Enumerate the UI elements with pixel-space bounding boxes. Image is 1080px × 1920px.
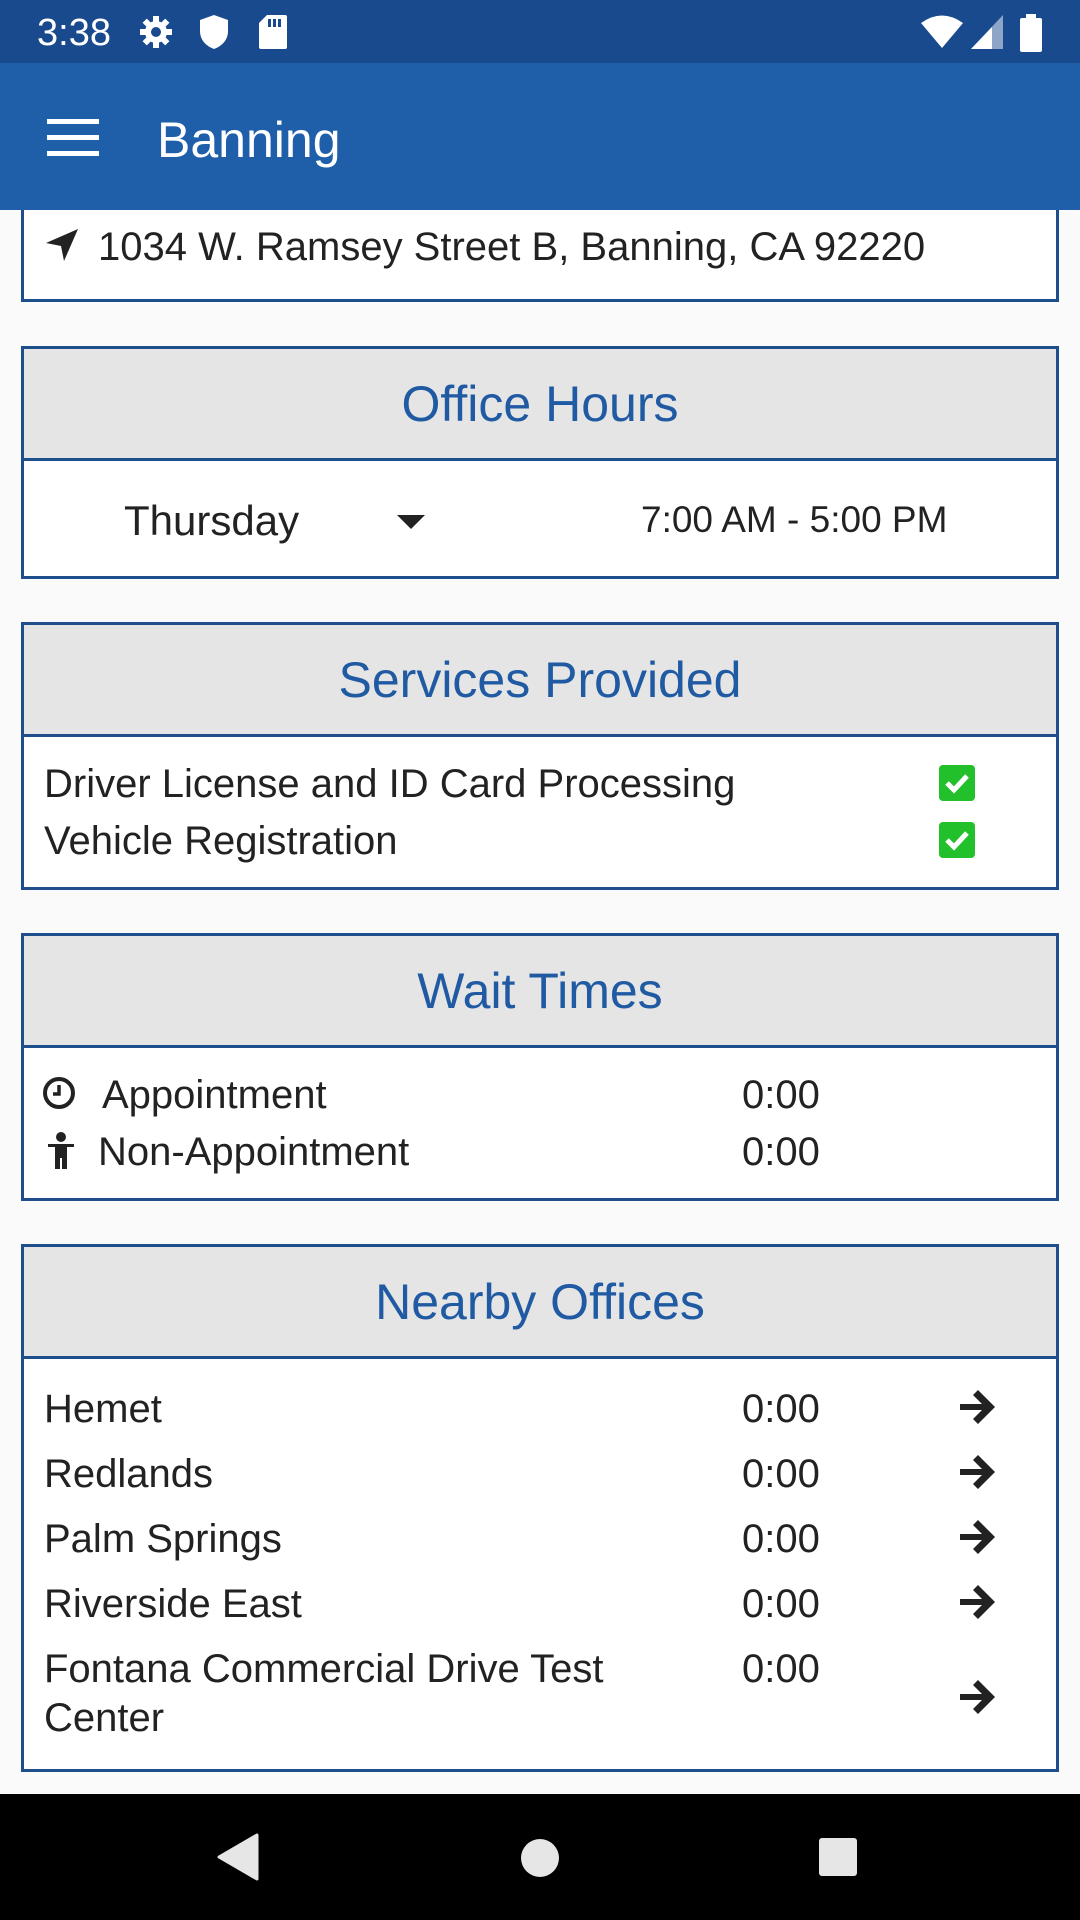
wifi-icon [921,15,963,48]
office-name: Palm Springs [44,1517,282,1561]
service-label: Vehicle Registration [44,819,398,863]
wait-value: 0:00 [742,1130,820,1174]
navigation-bar [0,1794,1080,1920]
wait-times-card: Wait Times Appointment 0:00 Non-Appointm… [21,933,1059,1201]
office-hours-value: 7:00 AM - 5:00 PM [641,499,948,540]
wait-times-heading: Wait Times [24,936,1056,1048]
recents-icon[interactable] [818,1837,858,1877]
sd-card-icon [259,15,287,49]
arrow-right-icon[interactable] [958,1677,998,1717]
services-heading: Services Provided [24,625,1056,737]
office-hours-heading: Office Hours [24,349,1056,461]
service-label: Driver License and ID Card Processing [44,762,736,806]
day-selector[interactable]: Thursday [104,461,474,576]
arrow-right-icon[interactable] [958,1582,998,1622]
arrow-right-icon[interactable] [958,1452,998,1492]
office-name-line2: Center [44,1696,165,1740]
office-address: 1034 W. Ramsey Street B, Banning, CA 922… [98,225,926,269]
office-hours-card: Office Hours Thursday 7:00 AM - 5:00 PM [21,346,1059,579]
arrow-right-icon[interactable] [958,1387,998,1427]
office-wait: 0:00 [742,1647,820,1691]
address-card: 1034 W. Ramsey Street B, Banning, CA 922… [21,210,1059,302]
services-card: Services Provided Driver License and ID … [21,622,1059,890]
nearby-offices-card: Nearby Offices Hemet 0:00 Redlands 0:00 … [21,1244,1059,1772]
status-time: 3:38 [37,12,111,54]
shield-icon [200,15,228,49]
office-wait: 0:00 [742,1517,820,1561]
office-wait: 0:00 [742,1387,820,1431]
office-name: Riverside East [44,1582,302,1626]
office-name-line1: Fontana Commercial Drive Test [44,1647,604,1691]
settings-gear-icon [140,16,172,48]
app-title: Banning [157,112,341,168]
wait-label: Appointment [102,1073,327,1117]
battery-icon [1020,14,1042,52]
cell-signal-icon [971,15,1003,49]
status-bar: 3:38 [0,0,1080,63]
office-wait: 0:00 [742,1452,820,1496]
hamburger-menu-icon[interactable] [47,117,99,157]
office-name: Hemet [44,1387,162,1431]
location-arrow-icon [46,229,78,261]
office-name: Redlands [44,1452,214,1496]
person-icon [48,1132,74,1169]
checkbox-checked-icon [939,765,975,801]
selected-day: Thursday [124,497,300,544]
office-details-scroll[interactable]: 1034 W. Ramsey Street B, Banning, CA 922… [0,210,1080,1794]
wait-label: Non-Appointment [98,1130,410,1174]
checkbox-checked-icon [939,822,975,858]
arrow-right-icon[interactable] [958,1517,998,1557]
clock-icon [43,1077,75,1109]
home-icon[interactable] [519,1837,561,1879]
nearby-offices-heading: Nearby Offices [24,1247,1056,1359]
office-wait: 0:00 [742,1582,820,1626]
back-icon[interactable] [216,1832,260,1882]
dropdown-arrow-icon [397,515,425,529]
app-bar: Banning [0,63,1080,210]
wait-value: 0:00 [742,1073,820,1117]
